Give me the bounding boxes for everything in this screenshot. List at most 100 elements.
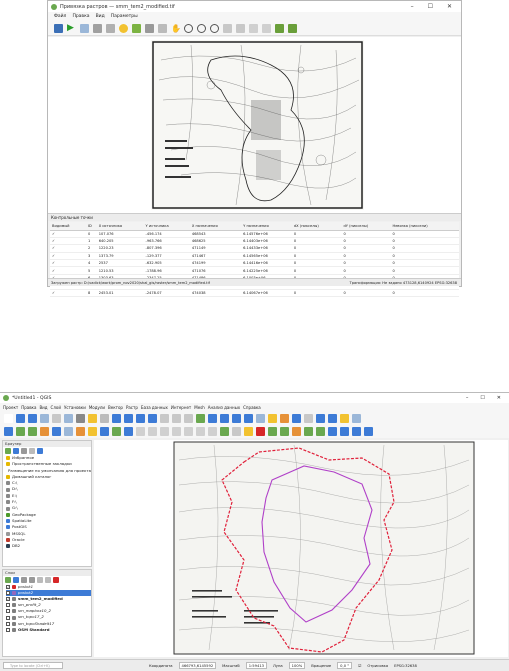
menu-item[interactable]: База данных <box>141 405 168 410</box>
browser-item[interactable]: DB2 <box>6 543 91 549</box>
gcp-visible-checkbox[interactable]: ✓ <box>50 237 86 246</box>
filter-icon[interactable] <box>29 577 35 583</box>
toolbar-button-icon[interactable] <box>148 427 157 436</box>
menu-edit[interactable]: Правка <box>72 14 89 19</box>
toolbar-button-icon[interactable] <box>52 427 61 436</box>
toolbar-button-icon[interactable] <box>280 414 289 423</box>
add-layer-icon[interactable] <box>5 448 11 454</box>
toolbar-button-icon[interactable] <box>184 414 193 423</box>
layer-visibility-checkbox[interactable] <box>6 603 10 608</box>
toolbar-button-icon[interactable] <box>76 427 85 436</box>
gcp-src-x[interactable]: 640.205 <box>96 237 144 246</box>
toolbar-button-icon[interactable] <box>124 427 133 436</box>
toolbar-button-icon[interactable] <box>172 414 181 423</box>
gcp-dst-y[interactable]: 6.14225e+06 <box>241 266 292 275</box>
settings-sun-icon[interactable] <box>119 23 128 33</box>
gcp-id[interactable]: 5 <box>85 266 97 275</box>
toolbar-button-icon[interactable] <box>292 427 301 436</box>
delete-point-icon[interactable] <box>145 23 154 33</box>
toolbar-button-icon[interactable] <box>256 414 265 423</box>
remove-layer-icon[interactable] <box>53 577 59 583</box>
toolbar-button-icon[interactable] <box>112 414 121 423</box>
magnifier-field[interactable]: 100% <box>288 662 306 669</box>
gcp-src-x[interactable]: 1220.23 <box>96 244 144 253</box>
gcp-row[interactable]: ✓ 0 107.076 -456.174 468543 6.14576e+06 0 0 0 <box>50 230 459 238</box>
toolbar-button-icon[interactable] <box>340 414 349 423</box>
menu-item[interactable]: Справка <box>243 405 261 410</box>
collapse-all-icon[interactable] <box>29 448 35 454</box>
crs-button[interactable]: EPSG:32638 <box>394 664 417 668</box>
layer-visibility-checkbox[interactable] <box>6 615 10 620</box>
gcp-residual[interactable]: 0 <box>390 252 459 261</box>
toolbar-button-icon[interactable] <box>220 414 229 423</box>
col-dx[interactable]: dX (пикселы) <box>291 222 342 231</box>
col-src-x[interactable]: X источника <box>96 222 144 231</box>
menu-item[interactable]: Вид <box>39 405 47 410</box>
gcp-dst-x[interactable]: 468625 <box>189 237 242 246</box>
gcp-dx[interactable]: 0 <box>291 244 342 253</box>
gcp-dy[interactable]: 0 <box>341 252 391 261</box>
toolbar-button-icon[interactable] <box>340 427 349 436</box>
gcp-visible-checkbox[interactable]: ✓ <box>50 259 86 268</box>
menu-view[interactable]: Вид <box>96 14 105 19</box>
toolbar-button-icon[interactable] <box>352 414 361 423</box>
toolbar-button-icon[interactable] <box>136 414 145 423</box>
zoom-in-icon[interactable] <box>184 23 193 33</box>
gcp-visible-checkbox[interactable]: ✓ <box>50 244 86 253</box>
col-residual[interactable]: Невязка (пиксели) <box>390 222 459 231</box>
gcp-dy[interactable]: 0 <box>341 244 391 253</box>
gcp-dx[interactable]: 0 <box>291 259 342 268</box>
map-canvas[interactable] <box>94 440 508 657</box>
gcp-dy[interactable]: 0 <box>341 266 391 275</box>
toolbar-button-icon[interactable] <box>364 427 373 436</box>
gcp-visible-checkbox[interactable]: ✓ <box>50 266 86 275</box>
gcp-dst-x[interactable]: 471149 <box>189 244 242 253</box>
gcp-dy[interactable]: 0 <box>341 289 391 298</box>
eye-icon[interactable] <box>21 577 27 583</box>
toolbar-button-icon[interactable] <box>208 427 217 436</box>
toolbar-button-icon[interactable] <box>100 427 109 436</box>
gcp-src-x[interactable]: 1373.79 <box>96 252 144 261</box>
minimize-button[interactable]: – <box>466 395 469 401</box>
style-icon[interactable] <box>5 577 11 583</box>
gcp-dst-x[interactable]: 471076 <box>189 266 242 275</box>
properties-icon[interactable] <box>37 448 43 454</box>
layer-item[interactable]: OSM Standard <box>6 627 91 633</box>
menu-item[interactable]: Слой <box>51 405 61 410</box>
toolbar-button-icon[interactable] <box>52 414 61 423</box>
toolbar-button-icon[interactable] <box>160 427 169 436</box>
toolbar-button-icon[interactable] <box>28 414 37 423</box>
toolbar-button-icon[interactable] <box>4 427 13 436</box>
menu-item[interactable]: Правка <box>21 405 36 410</box>
gcp-row[interactable]: ✓ 5 1210.53 -1788.96 471076 6.14225e+06 0 0 0 <box>50 266 459 275</box>
filter-icon[interactable] <box>21 448 27 454</box>
gcp-src-y[interactable]: -1788.96 <box>143 266 190 275</box>
pan-hand-icon[interactable]: ✋ <box>171 24 181 33</box>
menu-item[interactable]: Mesh <box>194 405 205 410</box>
gcp-dy[interactable]: 0 <box>341 230 391 238</box>
gcp-dx[interactable]: 0 <box>291 237 342 246</box>
transformation-settings-icon[interactable] <box>93 23 102 33</box>
toolbar-button-icon[interactable] <box>268 414 277 423</box>
gcp-dst-y[interactable]: 6.14416e+06 <box>241 259 292 268</box>
coordinate-field[interactable]: 466793,6145592 <box>178 662 217 669</box>
menu-item[interactable]: Растр <box>126 405 138 410</box>
gcp-dy[interactable]: 0 <box>341 259 391 268</box>
gcp-dst-x[interactable]: 471467 <box>189 252 242 261</box>
toolbar-button-icon[interactable] <box>112 427 121 436</box>
generate-script-icon[interactable] <box>80 23 89 33</box>
locator-search-input[interactable]: Type to locate (Ctrl+K) <box>3 662 63 669</box>
toolbar-button-icon[interactable] <box>28 427 37 436</box>
zoom-last-icon[interactable] <box>223 23 232 33</box>
menu-item[interactable]: Установки <box>64 405 86 410</box>
col-dy[interactable]: dY (пикселы) <box>341 222 391 231</box>
toolbar-button-icon[interactable] <box>160 414 169 423</box>
gcp-visible-checkbox[interactable]: ✓ <box>50 252 86 261</box>
add-point-icon[interactable] <box>132 23 141 33</box>
toolbar-button-icon[interactable] <box>244 427 253 436</box>
toolbar-button-icon[interactable] <box>184 427 193 436</box>
gcp-dy[interactable]: 0 <box>341 237 391 246</box>
toolbar-button-icon[interactable] <box>88 427 97 436</box>
toolbar-button-icon[interactable] <box>256 427 265 436</box>
gcp-dx[interactable]: 0 <box>291 266 342 275</box>
